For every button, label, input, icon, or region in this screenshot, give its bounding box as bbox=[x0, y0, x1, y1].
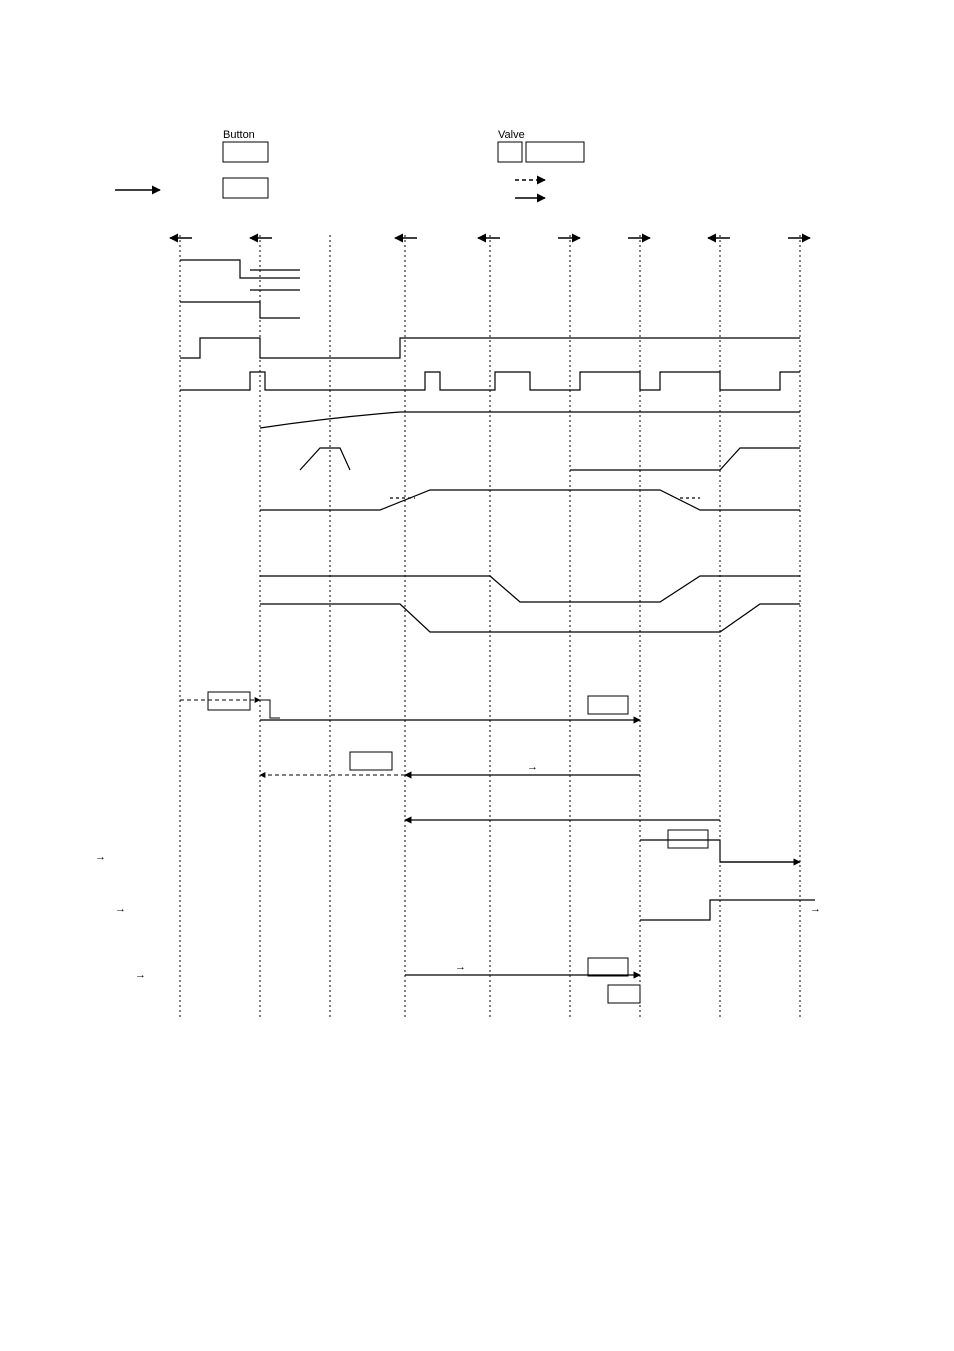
margin-arrow-2: → bbox=[115, 903, 126, 915]
mini-box-1 bbox=[208, 692, 250, 710]
margin-arrow-1: → bbox=[95, 851, 106, 863]
margin-arrow-right: → bbox=[810, 903, 821, 915]
timing-diagram-svg: → → → → → → Button Valve bbox=[0, 0, 954, 1351]
mini-box-5 bbox=[588, 958, 628, 976]
small-arrow-glyph-2: → bbox=[455, 961, 466, 973]
mini-box-4 bbox=[668, 830, 708, 848]
margin-arrow-3: → bbox=[135, 969, 146, 981]
mini-box-6 bbox=[608, 985, 640, 1003]
mini-box-3 bbox=[350, 752, 392, 770]
legend-box-2 bbox=[223, 178, 268, 198]
mini-box-2 bbox=[588, 696, 628, 714]
small-arrow-glyph-1: → bbox=[527, 761, 538, 773]
mini-step-1 bbox=[260, 700, 280, 718]
guide-lines bbox=[180, 235, 800, 1020]
legend-box-4 bbox=[526, 142, 584, 162]
diagram-page: → → → → → → Button Valve bbox=[0, 0, 954, 1351]
legend-button-label: Button bbox=[223, 129, 255, 141]
legend-box-3 bbox=[498, 142, 522, 162]
legend-valve-label: Valve bbox=[498, 129, 525, 141]
legend-box-1 bbox=[223, 142, 268, 162]
